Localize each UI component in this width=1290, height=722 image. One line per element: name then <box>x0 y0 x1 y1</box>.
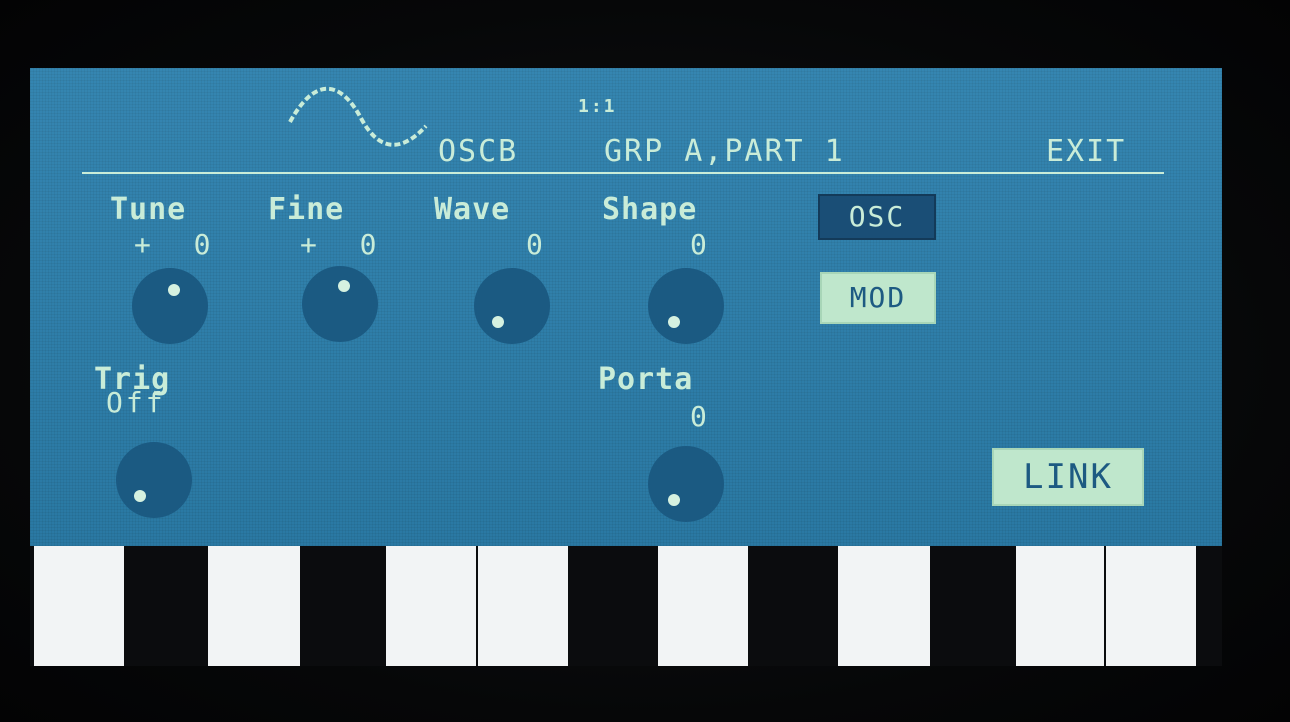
knob-indicator <box>668 494 680 506</box>
module-name: OSCB <box>438 134 519 169</box>
softkey-3[interactable] <box>386 546 476 666</box>
param-label-porta: Porta <box>598 362 694 397</box>
header-divider <box>82 172 1164 174</box>
param-value-wave: 0 <box>526 228 546 261</box>
knob-shape[interactable] <box>648 268 724 344</box>
group-part-label: GRP A,PART 1 <box>604 134 845 169</box>
mod-button[interactable]: MOD <box>820 272 936 324</box>
param-label-wave: Wave <box>434 192 511 227</box>
location-indicator: 1:1 <box>578 96 617 117</box>
knob-indicator <box>168 284 180 296</box>
param-value-fine: + 0 <box>300 228 380 261</box>
exit-button[interactable]: EXIT <box>1046 134 1126 169</box>
knob-indicator <box>668 316 680 328</box>
knob-indicator <box>492 316 504 328</box>
param-label-tune: Tune <box>110 192 187 227</box>
knob-trig[interactable] <box>116 442 192 518</box>
osc-button[interactable]: OSC <box>818 194 936 240</box>
param-value-shape: 0 <box>690 228 710 261</box>
param-value-porta: 0 <box>690 400 710 433</box>
param-label-fine: Fine <box>268 192 345 227</box>
knob-fine[interactable] <box>302 266 378 342</box>
softkey-strip <box>30 546 1222 666</box>
knob-indicator <box>338 280 350 292</box>
sine-wave-icon <box>288 86 428 147</box>
knob-indicator <box>134 490 146 502</box>
softkey-4[interactable] <box>478 546 568 666</box>
softkey-7[interactable] <box>1016 546 1104 666</box>
param-label-shape: Shape <box>602 192 698 227</box>
softkey-6[interactable] <box>838 546 930 666</box>
knob-wave[interactable] <box>474 268 550 344</box>
device-frame: 1:1 OSCB GRP A,PART 1 EXIT Tune + 0 Fine… <box>0 0 1290 722</box>
lcd-screen: 1:1 OSCB GRP A,PART 1 EXIT Tune + 0 Fine… <box>30 68 1222 666</box>
softkey-5[interactable] <box>658 546 748 666</box>
softkey-1[interactable] <box>34 546 124 666</box>
knob-porta[interactable] <box>648 446 724 522</box>
link-button[interactable]: LINK <box>992 448 1144 506</box>
param-value-tune: + 0 <box>134 228 214 261</box>
softkey-8[interactable] <box>1106 546 1196 666</box>
softkey-2[interactable] <box>208 546 300 666</box>
knob-tune[interactable] <box>132 268 208 344</box>
param-value-trig: Off <box>106 386 166 419</box>
